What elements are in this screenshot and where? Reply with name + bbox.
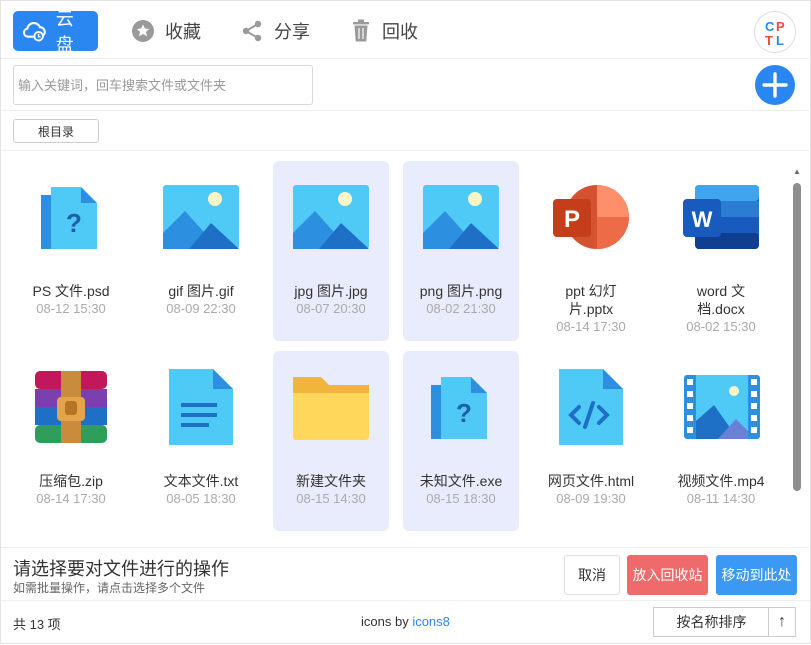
file-name: word 文档.docx	[696, 283, 746, 317]
file-item[interactable]: 视频文件.mp4 08-11 14:30	[663, 351, 779, 531]
action-bar: 请选择要对文件进行的操作 如需批量操作，请点击选择多个文件 取消 放入回收站 移…	[1, 547, 811, 601]
svg-text:W: W	[692, 207, 713, 232]
star-icon	[132, 20, 154, 42]
file-name: 网页文件.html	[547, 473, 635, 489]
svg-text:?: ?	[66, 208, 82, 238]
powerpoint-icon: P	[553, 185, 629, 249]
footer: 共 13 项 icons by icons8 按名称排序 ↑	[1, 601, 811, 645]
file-time: 08-02 21:30	[426, 301, 496, 316]
text-file-icon	[169, 369, 233, 445]
file-time: 08-14 17:30	[36, 491, 106, 506]
file-time: 08-09 19:30	[556, 491, 626, 506]
search-input[interactable]	[13, 65, 313, 105]
search-row	[1, 59, 811, 111]
code-file-icon	[559, 369, 623, 445]
image-icon	[163, 185, 239, 249]
sort-direction-button[interactable]: ↑	[768, 607, 796, 637]
icons8-link[interactable]: icons8	[412, 614, 450, 629]
svg-text:C: C	[765, 19, 775, 34]
breadcrumb: 根目录	[1, 111, 811, 151]
image-icon	[293, 185, 369, 249]
file-item[interactable]: gif 图片.gif 08-09 22:30	[143, 161, 259, 341]
file-item[interactable]: jpg 图片.jpg 08-07 20:30	[273, 161, 389, 341]
tab-label: 回收	[382, 22, 418, 42]
file-time: 08-12 15:30	[36, 301, 106, 316]
file-time: 08-15 18:30	[426, 491, 496, 506]
action-title: 请选择要对文件进行的操作	[13, 559, 229, 579]
svg-text:?: ?	[456, 398, 472, 428]
credit-prefix: icons by	[361, 614, 413, 629]
file-item[interactable]: 新建文件夹 08-15 14:30	[273, 351, 389, 531]
file-name: 未知文件.exe	[419, 473, 503, 489]
file-grid: ? PS 文件.psd 08-12 15:30 gif 图片.gif 08-09 2…	[5, 151, 806, 547]
file-item[interactable]: 压缩包.zip 08-14 17:30	[13, 351, 129, 531]
file-name: 文本文件.txt	[163, 473, 239, 489]
file-name: 新建文件夹	[296, 473, 366, 489]
file-item[interactable]: ? PS 文件.psd 08-12 15:30	[13, 161, 129, 341]
file-time: 08-09 22:30	[166, 301, 236, 316]
cloud-icon	[22, 21, 46, 42]
file-name: png 图片.png	[419, 283, 503, 299]
app-window: 云盘 收藏 分享 回收 C P T L 输入关键词，回车搜索文件或文件夹 根目录…	[0, 0, 811, 644]
trash-icon	[353, 19, 369, 42]
file-item[interactable]: P ppt 幻灯片.pptx 08-14 17:30	[533, 161, 649, 341]
folder-icon	[293, 377, 369, 440]
file-time: 08-11 14:30	[686, 491, 756, 506]
svg-text:L: L	[776, 33, 784, 48]
item-count: 共 13 项	[13, 617, 61, 632]
file-time: 08-02 15:30	[686, 319, 756, 334]
file-name: PS 文件.psd	[32, 283, 110, 299]
add-button[interactable]	[755, 65, 795, 105]
word-icon: W	[683, 185, 759, 249]
tab-recycle[interactable]: 回收	[342, 11, 426, 51]
avatar[interactable]: C P T L	[754, 11, 796, 53]
file-item[interactable]: png 图片.png 08-02 21:30	[403, 161, 519, 341]
video-icon	[684, 375, 760, 439]
move-here-button[interactable]: 移动到此处	[716, 555, 797, 595]
tab-label: 分享	[274, 22, 310, 42]
file-item[interactable]: W word 文档.docx 08-02 15:30	[663, 161, 779, 341]
file-name: ppt 幻灯片.pptx	[565, 283, 617, 317]
cptl-logo-icon: C P T L	[765, 19, 785, 48]
file-time: 08-07 20:30	[296, 301, 366, 316]
tab-label: 收藏	[165, 22, 201, 42]
scrollbar-thumb[interactable]	[793, 183, 801, 491]
tab-share[interactable]: 分享	[232, 11, 318, 51]
file-time: 08-05 18:30	[166, 491, 236, 506]
sort-by-name-button[interactable]: 按名称排序	[653, 607, 769, 637]
file-name: gif 图片.gif	[168, 283, 234, 299]
svg-text:P: P	[776, 19, 785, 34]
file-name: 压缩包.zip	[39, 473, 103, 489]
icon-credit: icons by icons8	[361, 614, 450, 629]
file-item[interactable]: 网页文件.html 08-09 19:30	[533, 351, 649, 531]
breadcrumb-root[interactable]: 根目录	[13, 119, 99, 143]
top-nav: 云盘 收藏 分享 回收 C P T L	[1, 1, 811, 59]
tab-cloud[interactable]: 云盘	[13, 9, 98, 55]
unknown-file-icon: ?	[41, 187, 97, 249]
file-name: jpg 图片.jpg	[294, 283, 368, 299]
tab-favorites[interactable]: 收藏	[123, 11, 209, 51]
plus-icon	[762, 72, 788, 98]
svg-text:P: P	[564, 206, 580, 233]
tab-label: 云盘	[55, 9, 74, 55]
scroll-up-arrow[interactable]: ▲	[792, 167, 802, 179]
cancel-button[interactable]: 取消	[564, 555, 620, 595]
file-item[interactable]: ? 未知文件.exe 08-15 18:30	[403, 351, 519, 531]
file-item[interactable]: 文本文件.txt 08-05 18:30	[143, 351, 259, 531]
file-time: 08-15 14:30	[296, 491, 366, 506]
file-time: 08-14 17:30	[556, 319, 626, 334]
image-icon	[423, 185, 499, 249]
move-to-recycle-button[interactable]: 放入回收站	[627, 555, 708, 595]
file-name: 视频文件.mp4	[677, 473, 765, 489]
svg-text:T: T	[765, 33, 773, 48]
share-icon	[242, 20, 262, 42]
action-hint: 如需批量操作，请点击选择多个文件	[13, 581, 206, 595]
unknown-file-icon: ?	[431, 377, 487, 439]
archive-icon	[35, 371, 107, 443]
